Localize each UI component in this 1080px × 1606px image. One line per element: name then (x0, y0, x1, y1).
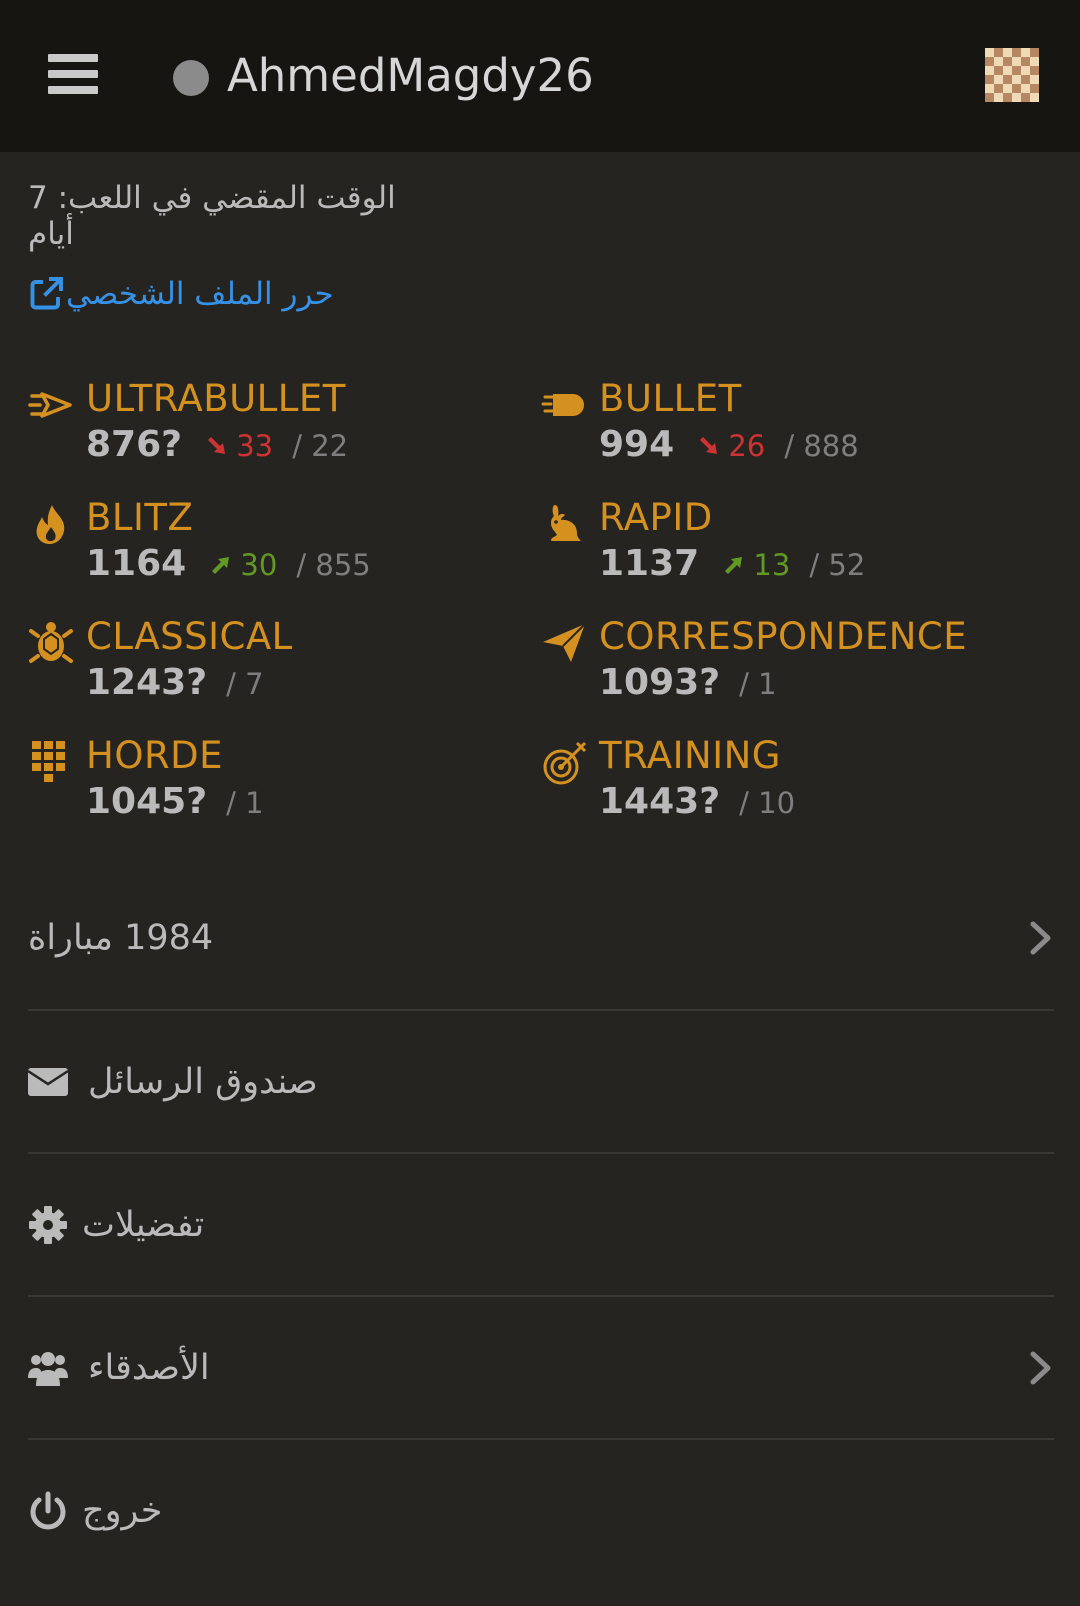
perf-games: / 888 (784, 429, 859, 463)
perf-rating: 1045? (86, 781, 208, 822)
perf-rating: 1443? (599, 781, 721, 822)
perf-rating: 994 (599, 424, 675, 465)
chevron-right-icon (1030, 1351, 1051, 1385)
perf-training[interactable]: TRAINING 1443? / 10 (541, 733, 1041, 833)
chessboard-icon[interactable] (985, 48, 1039, 102)
perf-rating: 1137 (599, 543, 700, 584)
preferences-label: تفضيلات (82, 1205, 205, 1245)
perf-games: / 1 (739, 667, 777, 701)
perf-horde[interactable]: HORDE 1045? / 1 (28, 733, 528, 833)
username: AhmedMagdy26 (227, 49, 594, 102)
perf-correspondence[interactable]: CORRESPONDENCE 1093? / 1 (541, 614, 1041, 714)
rabbit-icon (551, 505, 581, 541)
perf-games: / 10 (739, 786, 796, 820)
paper-plane-icon (543, 623, 586, 662)
perf-games: / 855 (296, 548, 371, 582)
perf-progress: 13 (753, 548, 791, 582)
perf-rating: 1243? (86, 662, 208, 703)
divider (28, 1009, 1054, 1011)
friends-label: الأصدقاء (88, 1348, 210, 1388)
perf-games: / 1 (226, 786, 264, 820)
friends-menu-item[interactable]: الأصدقاء (28, 1298, 1054, 1438)
gear-icon (29, 1206, 67, 1244)
users-icon (28, 1352, 68, 1386)
arrow-up-right-icon (725, 557, 743, 574)
inbox-label: صندوق الرسائل (88, 1062, 318, 1102)
perf-games: / 7 (226, 667, 264, 701)
divider (28, 1295, 1054, 1297)
external-link-icon (30, 277, 63, 310)
perf-name: CLASSICAL (86, 615, 293, 658)
online-status-dot (173, 60, 209, 96)
logout-menu-item[interactable]: خروج (28, 1441, 1054, 1581)
games-count-label: 1984 مباراة (28, 918, 214, 958)
perf-rapid[interactable]: RAPID 1137 13 / 52 (541, 495, 1041, 595)
power-icon (30, 1491, 66, 1530)
perf-name: BLITZ (86, 496, 194, 539)
turtle-icon (29, 622, 73, 663)
arrow-up-right-icon (212, 557, 230, 574)
perf-rating: 1164 (86, 543, 187, 584)
top-bar: AhmedMagdy26 (0, 0, 1080, 152)
perf-progress: 30 (240, 548, 278, 582)
flame-icon (36, 505, 65, 544)
edit-profile-link[interactable]: حرر الملف الشخصي (28, 276, 334, 312)
logout-label: خروج (82, 1491, 163, 1531)
edit-profile-label: حرر الملف الشخصي (66, 276, 334, 312)
divider (28, 1152, 1054, 1154)
perf-rating: 1093? (599, 662, 721, 703)
hamburger-icon[interactable] (48, 54, 98, 98)
perf-name: ULTRABULLET (86, 377, 346, 420)
playtime-text: الوقت المقضي في اللعب: 7 أيام (28, 180, 396, 252)
arrow-down-right-icon (700, 437, 718, 454)
perf-name: HORDE (86, 734, 224, 777)
perf-name: BULLET (599, 377, 742, 420)
perf-games: / 22 (292, 429, 349, 463)
perf-name: CORRESPONDENCE (599, 615, 968, 658)
perf-bullet[interactable]: BULLET 994 26 / 888 (541, 376, 1041, 476)
perf-rating: 876? (86, 424, 183, 465)
envelope-icon (28, 1068, 68, 1096)
divider (28, 1438, 1054, 1440)
perf-name: TRAINING (599, 734, 781, 777)
perf-ultrabullet[interactable]: ULTRABULLET 876? 33 / 22 (28, 376, 528, 476)
perf-blitz[interactable]: BLITZ 1164 30 / 855 (28, 495, 528, 595)
arrow-down-right-icon (208, 437, 226, 454)
perf-name: RAPID (599, 496, 713, 539)
ultrabullet-icon (28, 392, 72, 418)
bullet-icon (541, 394, 584, 416)
chevron-right-icon (1030, 921, 1051, 955)
perf-classical[interactable]: CLASSICAL 1243? / 7 (28, 614, 528, 714)
games-menu-item[interactable]: 1984 مباراة (28, 868, 1054, 1008)
preferences-menu-item[interactable]: تفضيلات (28, 1155, 1054, 1295)
perf-progress: 33 (236, 429, 274, 463)
horde-icon (32, 741, 65, 782)
perf-games: / 52 (809, 548, 866, 582)
target-icon (543, 741, 587, 785)
inbox-menu-item[interactable]: صندوق الرسائل (28, 1012, 1054, 1152)
perf-progress: 26 (728, 429, 766, 463)
